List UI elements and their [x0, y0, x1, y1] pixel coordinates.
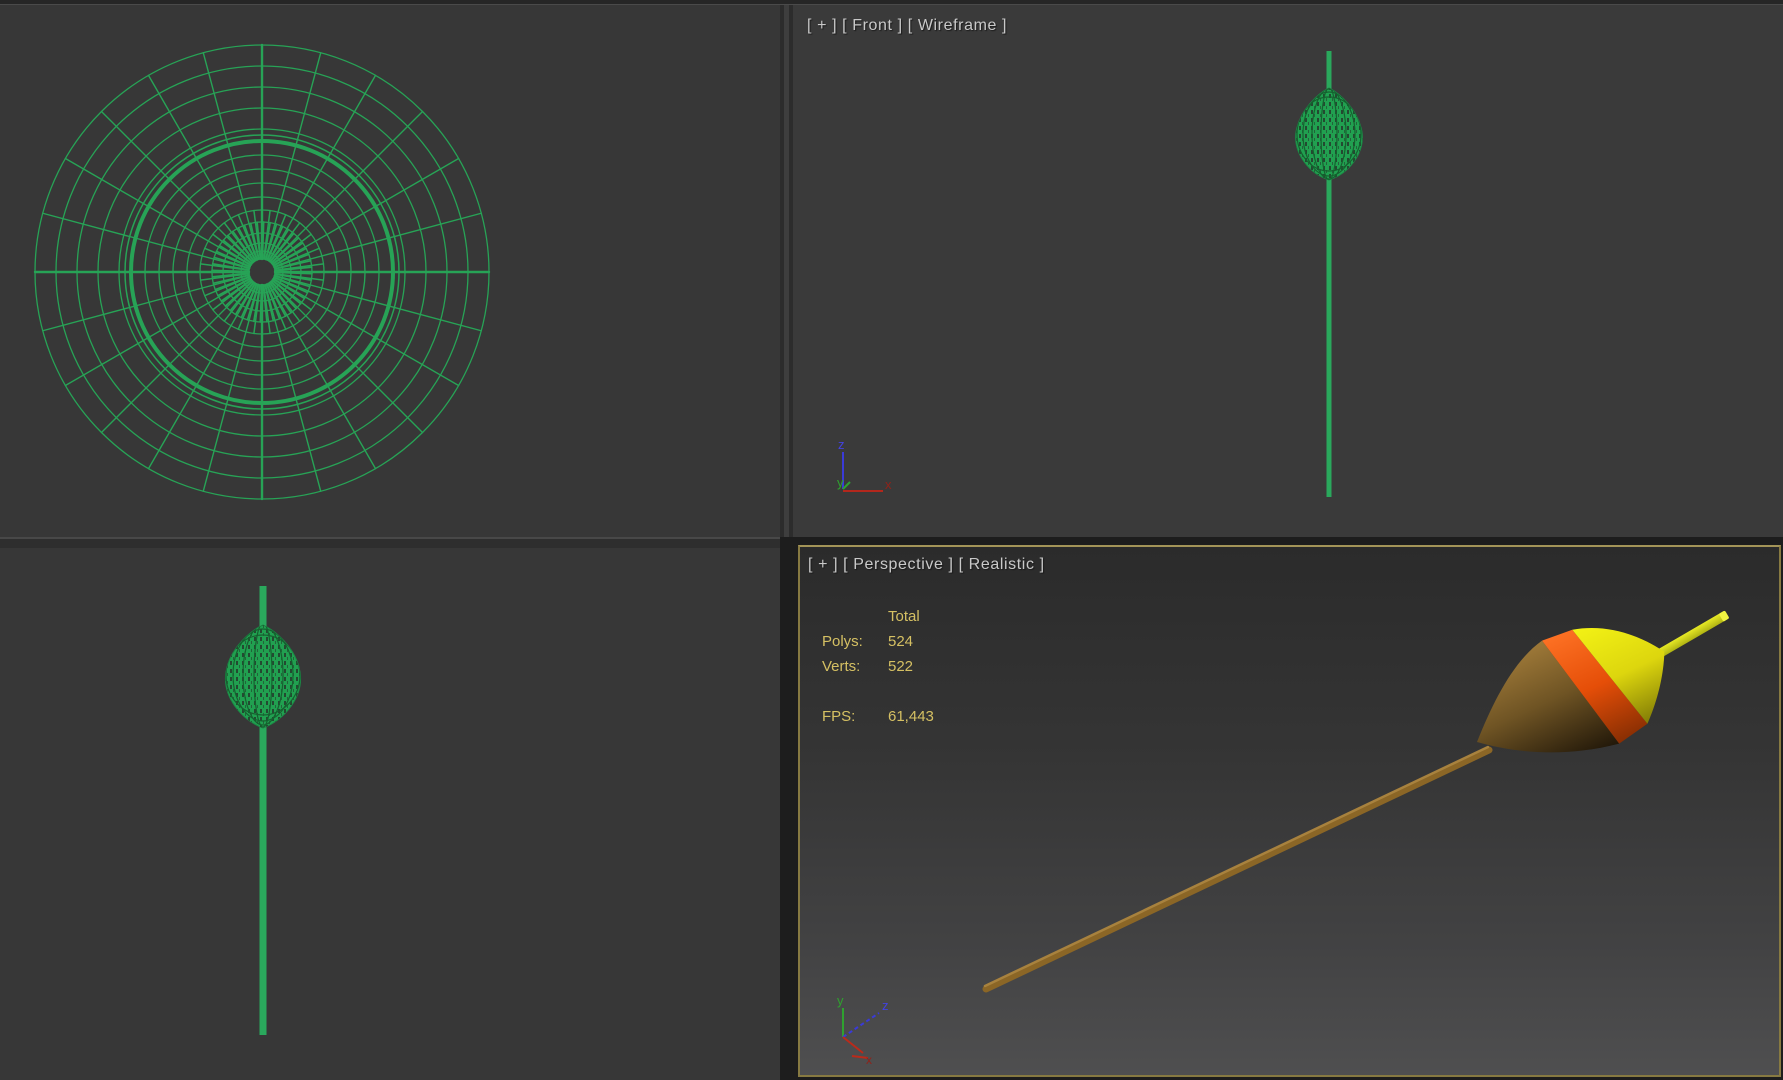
statistics-overlay: Total Polys: 524 Verts: 522 FPS: 61,443: [822, 604, 934, 729]
left-view-canvas: [222, 586, 304, 1035]
viewport-splitter-horizontal[interactable]: [0, 537, 780, 548]
viewport-grid: z y x [ + ] [ Front ] [ Wireframe ] y z …: [0, 0, 1783, 1080]
bobber-body-front[interactable]: [1293, 85, 1365, 185]
top-view-canvas: [33, 43, 491, 501]
perspective-inner: y z x [ + ] [ Perspective ] [ Realistic …: [800, 547, 1779, 1075]
stats-fps-row: FPS: 61,443: [822, 704, 934, 729]
stats-verts-row: Verts: 522: [822, 654, 934, 679]
axis-x-label: x: [885, 477, 892, 492]
viewport-perspective[interactable]: y z x [ + ] [ Perspective ] [ Realistic …: [798, 545, 1781, 1077]
fps-label: FPS:: [822, 708, 856, 725]
viewport-left-view[interactable]: [0, 548, 780, 1080]
axis-z-label: z: [882, 998, 889, 1013]
stats-polys-row: Polys: 524: [822, 629, 934, 654]
fps-value: 61,443: [888, 708, 934, 725]
viewport-front[interactable]: z y x [ + ] [ Front ] [ Wireframe ]: [793, 5, 1783, 537]
viewport-top[interactable]: [0, 5, 780, 537]
bobber-body-left[interactable]: [222, 622, 304, 732]
perspective-frame: y z x [ + ] [ Perspective ] [ Realistic …: [780, 537, 1783, 1080]
stats-header-row: Total: [822, 604, 934, 629]
axis-x-label: x: [866, 1053, 872, 1067]
polys-label: Polys:: [822, 633, 863, 650]
axis-y-label: y: [837, 993, 844, 1008]
bobber-stick-3d[interactable]: [982, 745, 1493, 993]
axis-y-label: y: [837, 475, 844, 490]
bobber-body-3d[interactable]: [1450, 564, 1758, 798]
verts-value: 522: [888, 658, 914, 675]
stats-total-header: Total: [888, 608, 920, 625]
axis-tripod-front: z y x: [837, 437, 892, 492]
viewport-splitter-vertical[interactable]: [780, 5, 793, 537]
verts-label: Verts:: [822, 658, 861, 675]
bobber-top-wireframe[interactable]: [33, 43, 491, 501]
axis-tripod-perspective: y z x: [837, 993, 889, 1067]
viewport-perspective-label[interactable]: [ + ] [ Perspective ] [ Realistic ]: [808, 556, 1045, 574]
perspective-canvas: y z x: [837, 564, 1758, 1067]
polys-value: 524: [888, 633, 914, 650]
front-view-canvas: z y x: [837, 51, 1365, 497]
viewport-front-label[interactable]: [ + ] [ Front ] [ Wireframe ]: [807, 17, 1007, 35]
axis-z-label: z: [838, 437, 845, 452]
